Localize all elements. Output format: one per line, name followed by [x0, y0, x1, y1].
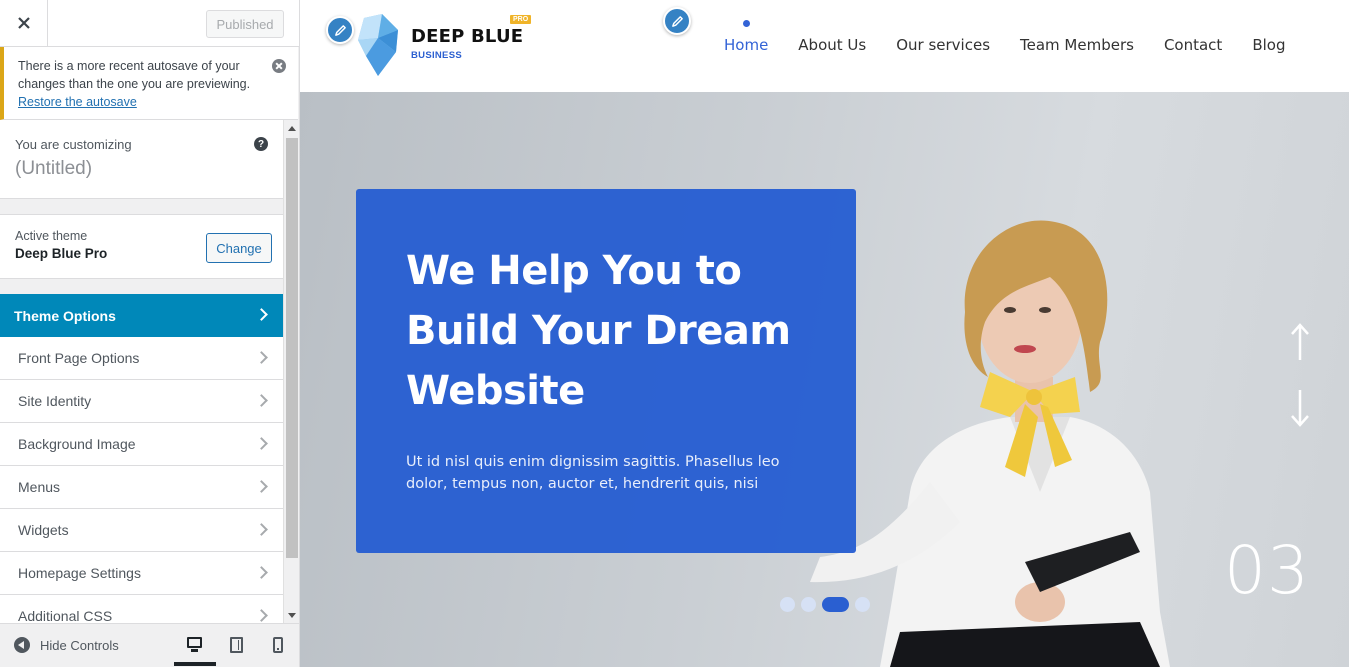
- desktop-preview-button[interactable]: [187, 637, 202, 652]
- menu-item-label: Theme Options: [14, 307, 116, 324]
- desktop-icon: [187, 637, 202, 648]
- chevron-right-icon: [255, 437, 268, 450]
- tablet-preview-button[interactable]: [230, 637, 243, 653]
- chevron-right-icon: [255, 609, 268, 622]
- slider-dot[interactable]: [801, 597, 816, 612]
- hero-title: We Help You to Build Your Dream Website: [406, 248, 791, 414]
- hide-controls-label: Hide Controls: [40, 637, 119, 653]
- nav-contact[interactable]: Contact: [1164, 36, 1222, 54]
- site-preview: DEEP BLUE BUSINESS PRO Home About Us Our…: [300, 0, 1349, 667]
- mobile-preview-button[interactable]: [273, 637, 283, 653]
- customizer-sidebar: Published There is a more recent autosav…: [0, 0, 300, 667]
- menu-item-widgets[interactable]: Widgets: [0, 509, 283, 552]
- hero-description: Ut id nisl quis enim dignissim sagittis.…: [406, 454, 780, 492]
- active-device-indicator: [174, 662, 216, 666]
- chevron-right-icon: [255, 480, 268, 493]
- slider-pagination: [780, 597, 876, 612]
- close-customizer-button[interactable]: [0, 0, 48, 46]
- customizer-panel: You are customizing (Untitled) ? Active …: [0, 120, 299, 623]
- hero-person-image: [810, 220, 1170, 667]
- menu-item-label: Menus: [18, 479, 61, 495]
- hide-controls-button[interactable]: Hide Controls: [14, 637, 119, 653]
- slider-dot[interactable]: [780, 597, 795, 612]
- mobile-icon: [273, 637, 283, 653]
- change-theme-button[interactable]: Change: [206, 233, 272, 263]
- tablet-icon: [230, 637, 243, 653]
- customizer-menu: Theme Options Front Page Options Site Id…: [0, 294, 283, 623]
- customizer-footer: Hide Controls: [0, 623, 299, 667]
- menu-item-site-identity[interactable]: Site Identity: [0, 380, 283, 423]
- edit-logo-shortcut[interactable]: [326, 16, 354, 44]
- nav-blog[interactable]: Blog: [1252, 36, 1285, 54]
- slider-dot-active[interactable]: [822, 597, 849, 612]
- logo-subtitle: BUSINESS: [411, 50, 462, 61]
- autosave-notice-text: There is a more recent autosave of your …: [18, 59, 251, 91]
- menu-item-label: Front Page Options: [18, 350, 140, 366]
- active-theme-section: Active theme Deep Blue Pro Change: [0, 214, 283, 279]
- autosave-notice: There is a more recent autosave of your …: [0, 47, 298, 120]
- active-indicator: [743, 20, 751, 27]
- site-title: (Untitled): [15, 158, 93, 179]
- customizer-header: Published: [0, 0, 299, 47]
- main-navigation: Home About Us Our services Team Members …: [724, 20, 1315, 54]
- hero-slider: We Help You to Build Your Dream Website …: [300, 92, 1349, 667]
- arrow-down-icon[interactable]: [1290, 388, 1310, 428]
- chevron-right-icon: [255, 523, 268, 536]
- pro-badge: PRO: [510, 15, 532, 24]
- menu-item-label: Site Identity: [18, 393, 92, 409]
- nav-team-members[interactable]: Team Members: [1020, 36, 1134, 54]
- menu-item-label: Widgets: [18, 522, 69, 538]
- chevron-right-icon: [255, 394, 268, 407]
- chevron-right-icon: [255, 351, 268, 364]
- menu-item-background-image[interactable]: Background Image: [0, 423, 283, 466]
- menu-item-menus[interactable]: Menus: [0, 466, 283, 509]
- nav-our-services[interactable]: Our services: [896, 36, 990, 54]
- sidebar-scrollbar[interactable]: [283, 120, 299, 623]
- hero-content-box: We Help You to Build Your Dream Website …: [356, 189, 856, 553]
- chevron-right-icon: [255, 308, 268, 321]
- dismiss-icon[interactable]: [272, 59, 286, 73]
- slider-dot[interactable]: [855, 597, 870, 612]
- help-icon[interactable]: ?: [254, 137, 268, 151]
- menu-item-theme-options[interactable]: Theme Options: [0, 294, 283, 337]
- scroll-down-icon[interactable]: [284, 607, 299, 623]
- nav-about-us[interactable]: About Us: [798, 36, 866, 54]
- pencil-icon: [334, 24, 346, 36]
- logo-icon[interactable]: [356, 14, 402, 78]
- menu-item-additional-css[interactable]: Additional CSS: [0, 595, 283, 623]
- menu-item-front-page-options[interactable]: Front Page Options: [0, 337, 283, 380]
- nav-home[interactable]: Home: [724, 20, 768, 54]
- publish-button[interactable]: Published: [206, 10, 284, 38]
- slide-number: 03: [1224, 532, 1310, 609]
- pencil-icon: [671, 15, 683, 27]
- close-icon: [17, 17, 30, 29]
- site-header: DEEP BLUE BUSINESS PRO Home About Us Our…: [300, 0, 1349, 92]
- logo-title[interactable]: DEEP BLUE: [411, 26, 523, 47]
- customizing-info: You are customizing (Untitled) ?: [0, 120, 283, 199]
- scroll-thumb[interactable]: [286, 138, 298, 558]
- menu-item-label: Homepage Settings: [18, 565, 141, 581]
- menu-item-label: Background Image: [18, 436, 136, 452]
- arrow-up-icon[interactable]: [1290, 322, 1310, 362]
- collapse-icon: [14, 637, 30, 653]
- customizing-label: You are customizing: [15, 137, 132, 152]
- restore-autosave-link[interactable]: Restore the autosave: [18, 95, 137, 109]
- edit-menu-shortcut[interactable]: [663, 7, 691, 35]
- menu-item-label: Additional CSS: [18, 608, 113, 623]
- scroll-up-icon[interactable]: [284, 120, 299, 136]
- chevron-right-icon: [255, 566, 268, 579]
- menu-item-homepage-settings[interactable]: Homepage Settings: [0, 552, 283, 595]
